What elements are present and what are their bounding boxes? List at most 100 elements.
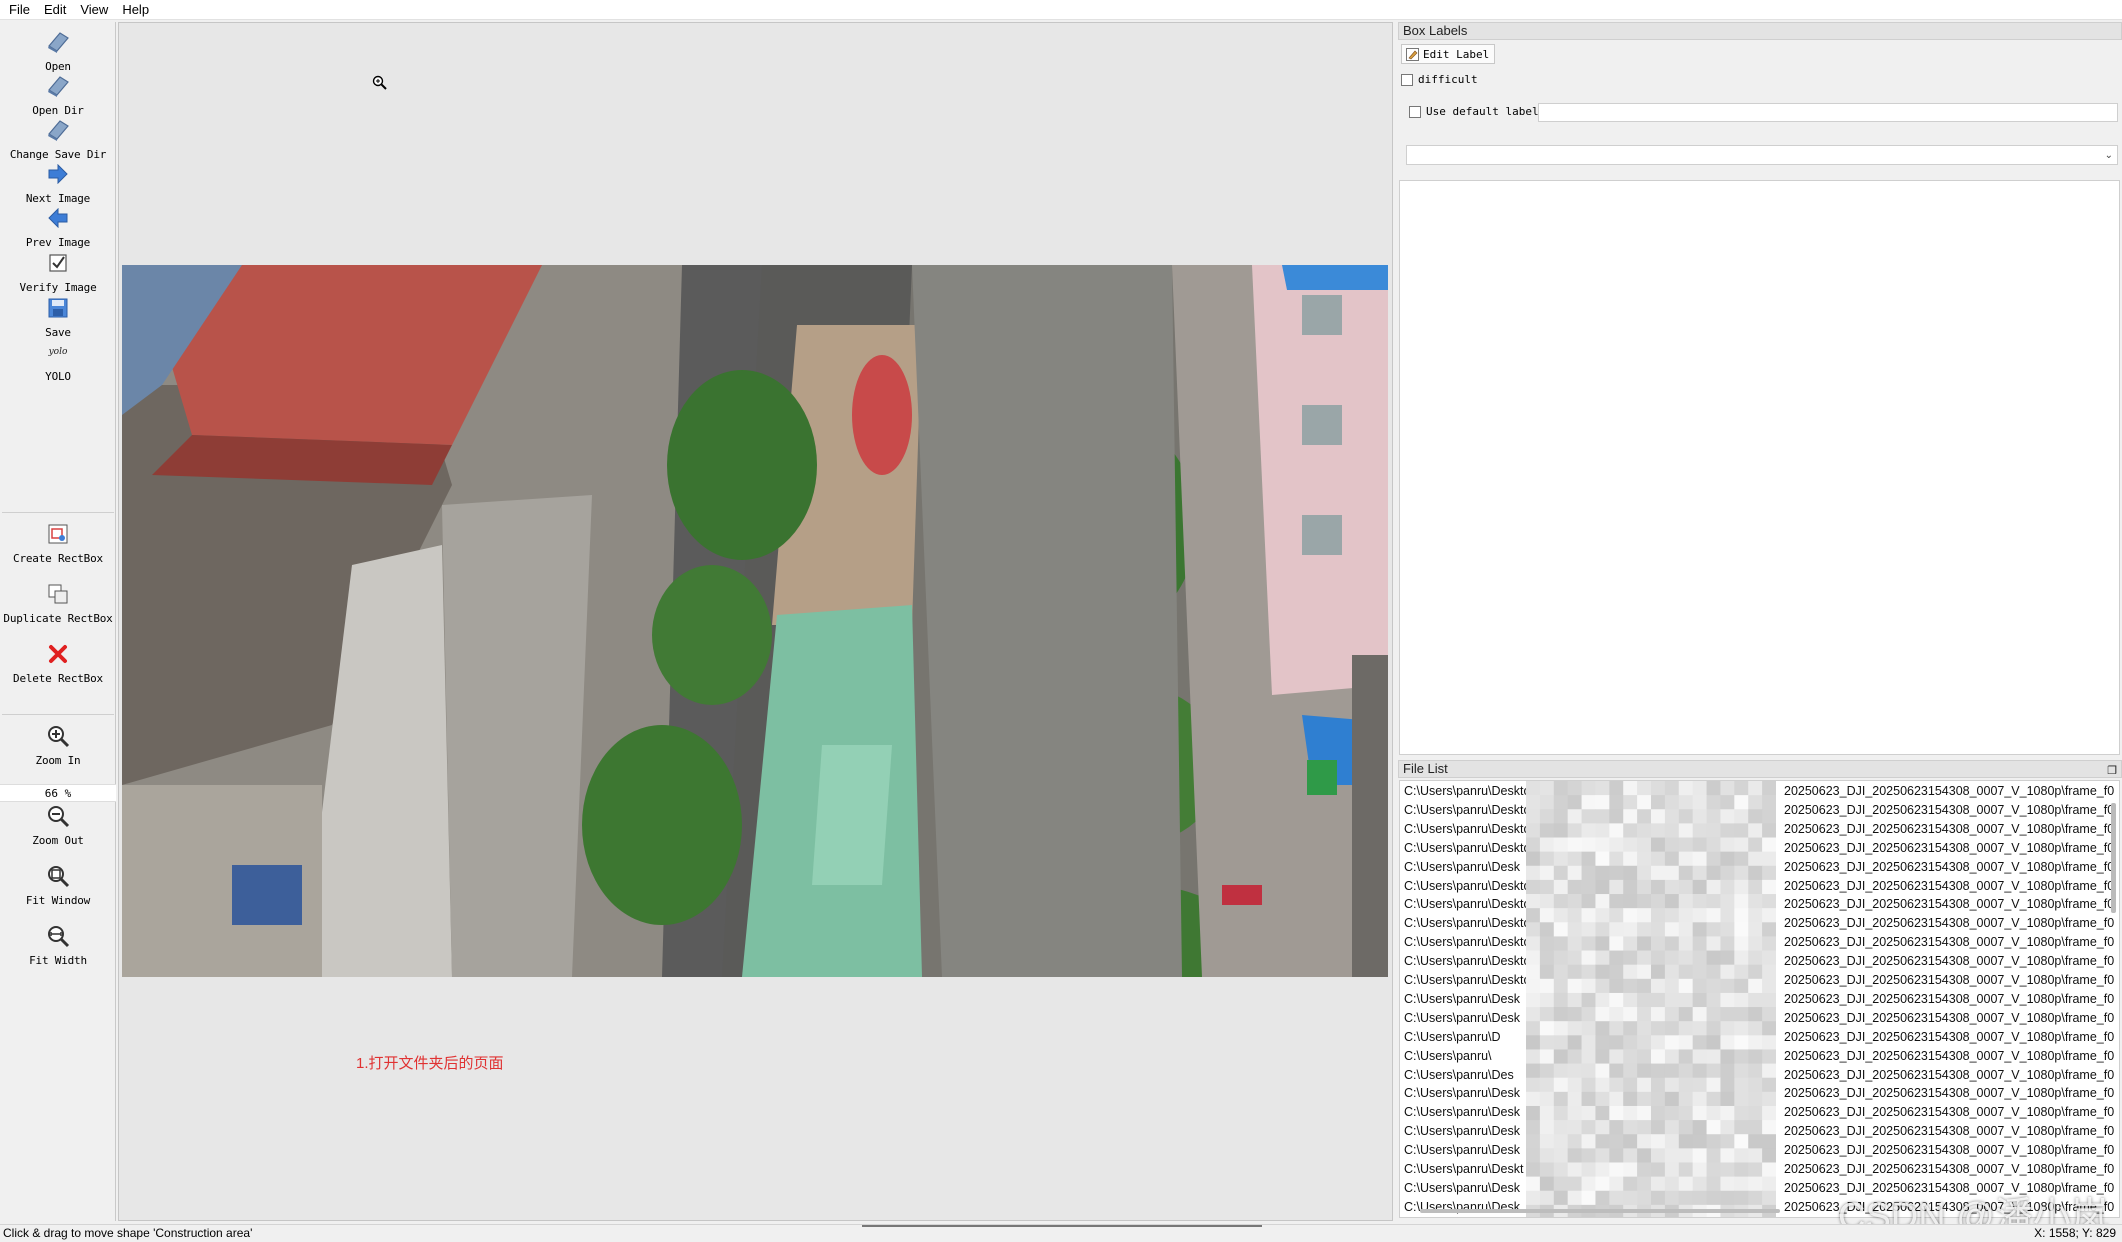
verify-check-icon [44,249,72,277]
aerial-photo-image [122,265,1388,977]
open-icon [44,28,72,56]
file-list-title: File List ❐ [1398,760,2122,778]
file-path-prefix: C:\Users\panru\Deskto [1404,784,1531,798]
file-list-box[interactable]: C:\Users\panru\Deskto 20250623_DJI_202506… [1399,780,2120,1218]
file-path-prefix: C:\Users\panru\ [1404,1048,1492,1063]
file-name: 20250623_DJI_20250623154308_0007_V_1080p… [1784,1029,2114,1044]
zoom-cursor-icon [372,75,388,95]
file-path-prefix: C:\Users\panru\Desktop [1404,935,1538,950]
zoom-out-button[interactable]: Zoom Out [0,796,116,852]
use-default-label-text: Use default label [1426,105,1539,118]
zoom-in-label: Zoom In [35,754,81,767]
edit-pencil-icon [1406,47,1419,61]
fit-window-icon [44,862,72,890]
menu-file[interactable]: File [2,0,37,20]
file-list-horizontal-scrollbar[interactable] [1420,1209,1780,1213]
edit-label-text: Edit Label [1423,47,1490,61]
yolo-label: YOLO [45,370,71,383]
file-path-prefix: C:\Users\panru\D [1404,1029,1501,1044]
menu-view[interactable]: View [73,0,115,20]
file-name: 20250623_DJI_20250623154308_0007_V_1080p… [1784,991,2114,1006]
file-name: 20250623_DJI_20250623154308_0007_V_1080p… [1784,1162,2114,1176]
difficult-checkbox[interactable]: difficult [1401,73,1478,86]
file-name: 20250623_DJI_20250623154308_0007_V_1080p… [1784,859,2114,874]
file-list-vertical-scrollbar[interactable] [2111,803,2116,913]
toolbar-separator [2,512,114,513]
status-message: Click & drag to move shape 'Construction… [3,1226,253,1240]
file-path-prefix: C:\Users\panru\Desk [1404,1143,1521,1158]
yolo-format-icon: yolo [44,338,72,366]
file-name: 20250623_DJI_20250623154308_0007_V_1080p… [1784,1086,2114,1101]
file-name: 20250623_DJI_20250623154308_0007_V_1080p… [1784,935,2114,950]
duplicate-rectbox-label: Duplicate RectBox [3,612,113,625]
file-name: 20250623_DJI_20250623154308_0007_V_1080p… [1784,802,2114,817]
file-path-prefix: C:\Users\panru\Deskto [1404,840,1531,855]
box-labels-panel: Box Labels Edit Label difficult Use defa… [1398,22,2122,757]
yolo-icon-text: yolo [48,347,68,357]
file-path-prefix: C:\Users\panru\Desktop [1404,954,1538,969]
undock-icon[interactable]: ❐ [2107,763,2117,779]
menu-help[interactable]: Help [115,0,156,20]
zoom-out-icon [44,802,72,830]
file-name: 20250623_DJI_20250623154308_0007_V_1080p… [1784,878,2114,893]
file-path-prefix: C:\Users\panru\Desk [1404,1105,1521,1120]
file-path-prefix: C:\Users\panru\Deskto [1404,973,1531,987]
box-labels-title: Box Labels [1398,22,2122,40]
file-path-prefix: C:\Users\panru\Desk [1404,991,1521,1006]
file-name: 20250623_DJI_20250623154308_0007_V_1080p… [1784,1143,2114,1158]
file-path-prefix: C:\Users\panru\Desk [1404,1086,1521,1101]
file-name: 20250623_DJI_20250623154308_0007_V_1080p… [1784,1048,2114,1063]
change-save-dir-icon [44,116,72,144]
menu-edit[interactable]: Edit [37,0,73,20]
file-path-prefix: C:\Users\panru\Deskto [1404,821,1531,836]
status-bar: Click & drag to move shape 'Construction… [0,1224,2122,1242]
file-path-prefix: C:\Users\panru\Deskto [1404,916,1531,931]
zoom-out-label: Zoom Out [32,834,84,847]
file-name: 20250623_DJI_20250623154308_0007_V_1080p… [1784,973,2114,987]
default-label-input[interactable] [1538,103,2118,122]
file-name: 20250623_DJI_20250623154308_0007_V_1080p… [1784,1105,2114,1120]
file-path-prefix: C:\Users\panru\Desk [1404,1180,1521,1195]
fit-width-button[interactable]: Fit Width [0,916,116,972]
file-name: 20250623_DJI_20250623154308_0007_V_1080p… [1784,1124,2114,1139]
use-default-label-checkbox-box[interactable] [1409,105,1421,118]
file-path-prefix: C:\Users\panru\Deskto [1404,878,1531,893]
save-disk-icon [44,294,72,322]
duplicate-rectbox-icon [44,580,72,608]
file-list-title-text: File List [1403,761,1448,776]
label-list[interactable] [1399,180,2120,755]
use-default-label-checkbox[interactable]: Use default label [1409,105,1539,118]
file-name: 20250623_DJI_20250623154308_0007_V_1080p… [1784,897,2114,912]
file-list-panel: File List ❐ C:\Users\panru\Deskto 2025062… [1398,760,2122,1220]
duplicate-rectbox-button[interactable]: Duplicate RectBox [0,574,116,630]
prev-arrow-icon [44,204,72,232]
edit-label-button[interactable]: Edit Label [1401,44,1495,64]
yolo-button[interactable]: yolo YOLO [0,332,116,388]
status-progress-line [862,1225,1262,1227]
create-rectbox-button[interactable]: Create RectBox [0,514,116,570]
zoom-in-button[interactable]: Zoom In [0,716,116,772]
file-name: 20250623_DJI_20250623154308_0007_V_1080p… [1784,784,2114,798]
file-name: 20250623_DJI_20250623154308_0007_V_1080p… [1784,1067,2114,1082]
file-path-prefix: C:\Users\panru\Deskt [1404,1162,1524,1176]
labelimg-window: File Edit View Help Open Open Dir Change… [0,0,2122,1242]
file-path-prefix: C:\Users\panru\Desk [1404,1124,1521,1139]
aerial-photo[interactable] [122,265,1388,977]
file-name: 20250623_DJI_20250623154308_0007_V_1080p… [1784,821,2114,836]
chevron-down-icon[interactable]: ⌄ [2105,150,2113,161]
delete-rectbox-button[interactable]: Delete RectBox [0,634,116,690]
file-path-prefix: C:\Users\panru\Desk [1404,1199,1521,1214]
difficult-checkbox-box[interactable] [1401,73,1413,86]
open-dir-icon [44,72,72,100]
privacy-mosaic [1526,781,1776,1217]
label-filter-combobox[interactable]: ⌄ [1406,145,2118,165]
fit-window-button[interactable]: Fit Window [0,856,116,912]
file-path-prefix: C:\Users\panru\Desk [1404,859,1521,874]
file-path-prefix: C:\Users\panru\Desk [1404,1010,1521,1025]
difficult-label: difficult [1418,73,1478,86]
toolbar-separator [2,714,114,715]
annotation-caption: 1.打开文件夹后的页面 [356,1055,504,1072]
cursor-coordinates: X: 1558; Y: 829 [2034,1226,2116,1240]
file-path-prefix: C:\Users\panru\Deskto [1404,802,1531,817]
file-path-prefix: C:\Users\panru\Des [1404,1067,1514,1082]
